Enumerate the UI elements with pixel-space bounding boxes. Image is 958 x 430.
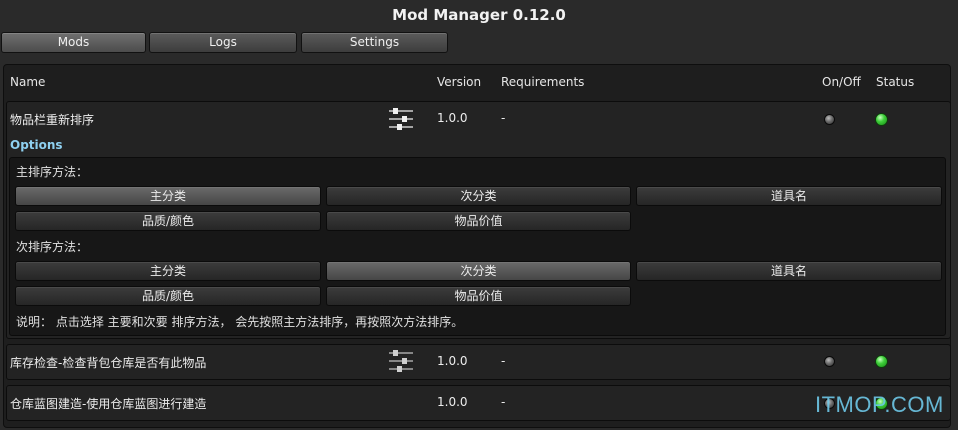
primary-sort-value-button[interactable]: 物品价值	[326, 211, 631, 231]
primary-sort-label: 主排序方法：	[16, 165, 89, 179]
primary-sort-main-category-button[interactable]: 主分类	[15, 186, 321, 206]
secondary-sort-sub-category-button[interactable]: 次分类	[326, 261, 631, 281]
primary-sort-item-name-button[interactable]: 道具名	[636, 186, 942, 206]
secondary-sort-quality-button[interactable]: 品质/颜色	[15, 286, 321, 306]
mod-name: 库存检查-检查背包仓库是否有此物品	[10, 356, 207, 370]
column-header-requirements: Requirements	[501, 75, 585, 89]
column-header-version: Version	[437, 75, 482, 89]
mod-requirements: -	[501, 354, 506, 368]
column-header-name: Name	[10, 75, 46, 89]
status-indicator	[875, 113, 888, 126]
secondary-sort-item-name-button[interactable]: 道具名	[636, 261, 942, 281]
mod-name: 仓库蓝图建造-使用仓库蓝图进行建造	[10, 397, 207, 411]
mod-version: 1.0.0	[437, 111, 468, 125]
column-header-onoff: On/Off	[822, 75, 861, 89]
tab-mods[interactable]: Mods	[1, 32, 146, 53]
watermark: ITMOP.COM	[815, 392, 944, 417]
secondary-sort-label: 次排序方法：	[16, 240, 89, 254]
mod-requirements: -	[501, 111, 506, 125]
mod-toggle[interactable]	[824, 356, 835, 367]
options-title: Options	[10, 138, 63, 152]
status-indicator	[875, 355, 888, 368]
window-title: Mod Manager 0.12.0	[392, 6, 566, 24]
mod-version: 1.0.0	[437, 395, 468, 409]
mod-version: 1.0.0	[437, 354, 468, 368]
options-box	[9, 157, 946, 336]
mod-settings-icon[interactable]	[388, 106, 414, 132]
secondary-sort-main-category-button[interactable]: 主分类	[15, 261, 321, 281]
secondary-sort-value-button[interactable]: 物品价值	[326, 286, 631, 306]
column-header-status: Status	[876, 75, 915, 89]
mod-name: 物品栏重新排序	[10, 113, 95, 127]
primary-sort-quality-button[interactable]: 品质/颜色	[15, 211, 321, 231]
options-note: 说明： 点击选择 主要和次要 排序方法， 会先按照主方法排序，再按照次方法排序。	[16, 315, 464, 329]
primary-sort-sub-category-button[interactable]: 次分类	[326, 186, 631, 206]
mod-settings-icon[interactable]	[388, 348, 414, 374]
mod-requirements: -	[501, 395, 506, 409]
mod-toggle[interactable]	[824, 114, 835, 125]
tab-settings[interactable]: Settings	[301, 32, 448, 53]
tab-logs[interactable]: Logs	[149, 32, 297, 53]
